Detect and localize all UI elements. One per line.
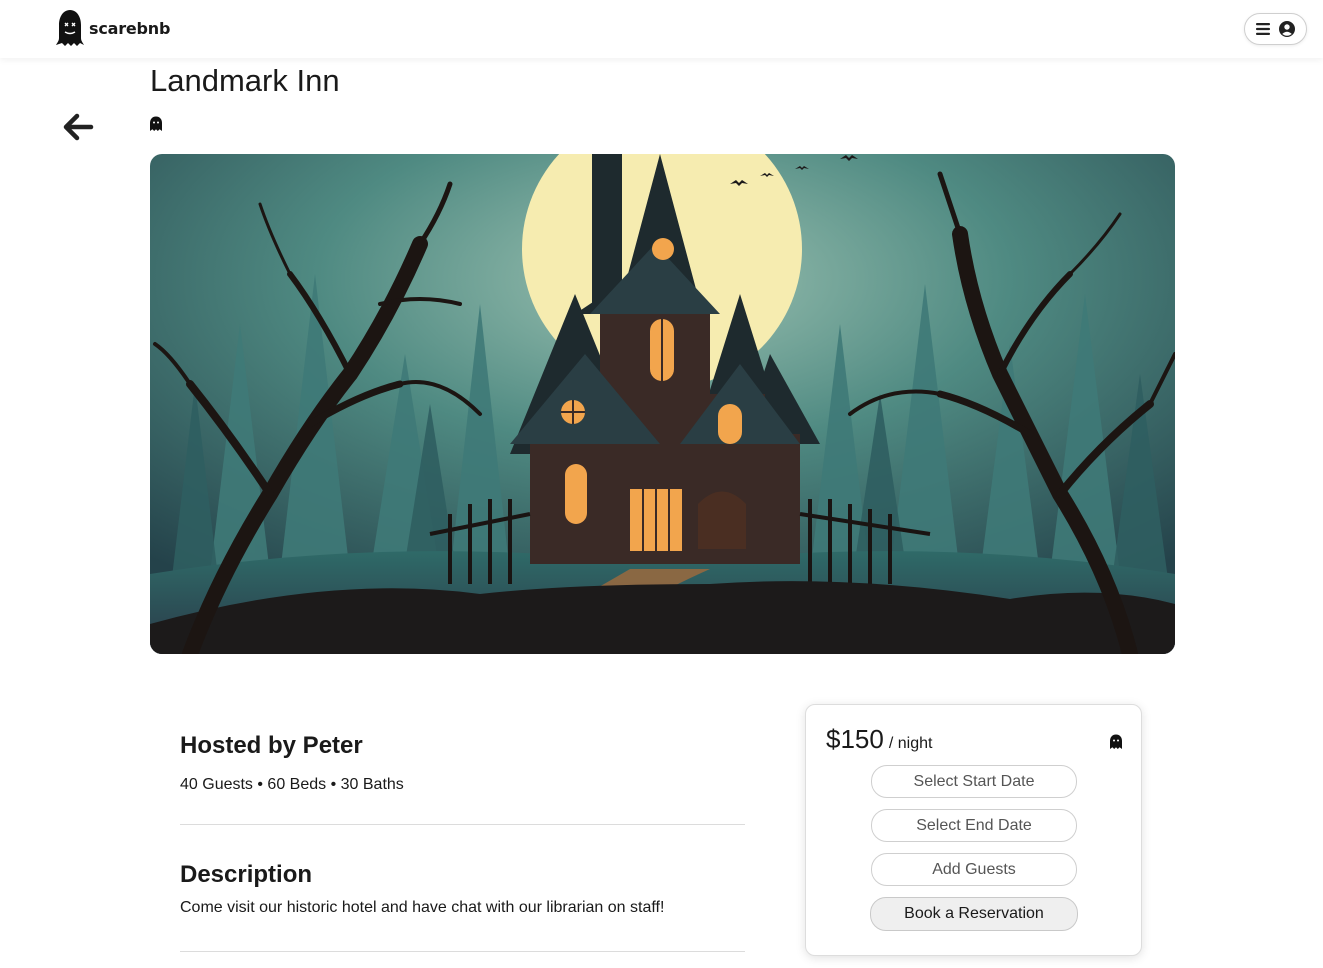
- ghost-icon: [56, 10, 84, 46]
- section-divider: [180, 824, 745, 825]
- listing-title: Landmark Inn: [150, 63, 340, 98]
- hamburger-icon: [1256, 23, 1270, 35]
- rating-indicator: [1109, 734, 1123, 755]
- top-nav-bar: scarebnb: [0, 0, 1323, 58]
- price-unit: / night: [888, 735, 933, 752]
- section-divider: [180, 951, 745, 952]
- ghost-icon: [1110, 734, 1122, 749]
- user-circle-icon: [1279, 21, 1295, 37]
- host-heading: Hosted by Peter: [180, 732, 363, 759]
- ghost-icon: [150, 116, 162, 131]
- booking-card: $150 / night Select Start Date Select En…: [805, 704, 1142, 956]
- select-start-date-button[interactable]: Select Start Date: [871, 765, 1077, 798]
- brand-logo[interactable]: scarebnb: [55, 8, 170, 48]
- select-end-date-button[interactable]: Select End Date: [871, 809, 1077, 842]
- haunted-house-illustration: [150, 154, 1175, 654]
- book-reservation-button[interactable]: Book a Reservation: [870, 897, 1078, 931]
- listing-image: [150, 154, 1175, 654]
- rating-indicator: [149, 116, 163, 137]
- brand-name: scarebnb: [89, 18, 171, 38]
- add-guests-button[interactable]: Add Guests: [871, 853, 1077, 886]
- back-button[interactable]: [62, 112, 94, 147]
- description-heading: Description: [180, 861, 313, 888]
- arrow-left-icon: [63, 113, 94, 141]
- price-amount: $150: [826, 724, 884, 754]
- price-display: $150 / night: [826, 724, 932, 755]
- listing-stats: 40 Guests • 60 Beds • 30 Baths: [180, 776, 404, 793]
- description-text: Come visit our historic hotel and have c…: [180, 899, 665, 916]
- user-menu-button[interactable]: [1244, 13, 1307, 45]
